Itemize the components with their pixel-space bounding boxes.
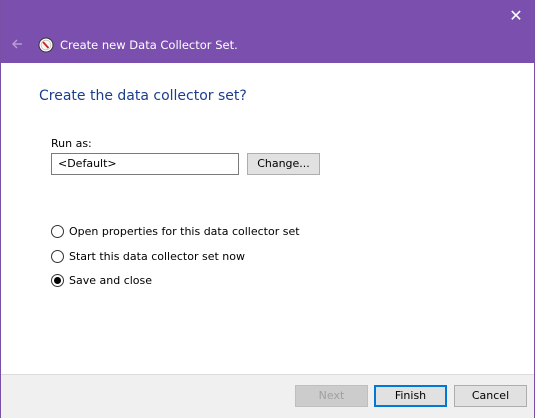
run-as-label: Run as:	[51, 137, 92, 150]
radio-open-properties[interactable]	[51, 224, 64, 238]
option-open-properties[interactable]: Open properties for this data collector …	[51, 223, 300, 239]
option-label: Open properties for this data collector …	[69, 224, 300, 238]
option-label: Start this data collector set now	[69, 249, 245, 263]
close-icon: ✕	[509, 6, 523, 25]
change-button[interactable]: Change...	[247, 153, 320, 175]
title-bar: ✕ Create new Data Collector Set.	[1, 0, 534, 63]
wizard-title: Create new Data Collector Set.	[60, 38, 238, 52]
performance-monitor-icon	[38, 37, 54, 53]
wizard-window: ✕ Create new Data Collector Set. Create …	[0, 0, 535, 418]
option-label: Save and close	[69, 273, 153, 287]
next-button[interactable]: Next	[295, 385, 368, 407]
option-save-and-close[interactable]: Save and close	[51, 272, 152, 288]
radio-save-and-close[interactable]	[51, 273, 64, 287]
close-button[interactable]: ✕	[506, 6, 526, 26]
back-button[interactable]	[9, 36, 25, 52]
finish-button[interactable]: Finish	[374, 385, 447, 407]
page-heading: Create the data collector set?	[39, 88, 247, 104]
cancel-button[interactable]: Cancel	[454, 385, 527, 407]
run-as-field[interactable]: <Default>	[51, 153, 239, 175]
radio-start-now[interactable]	[51, 249, 64, 263]
back-arrow-icon	[11, 39, 22, 49]
option-start-now[interactable]: Start this data collector set now	[51, 248, 245, 264]
